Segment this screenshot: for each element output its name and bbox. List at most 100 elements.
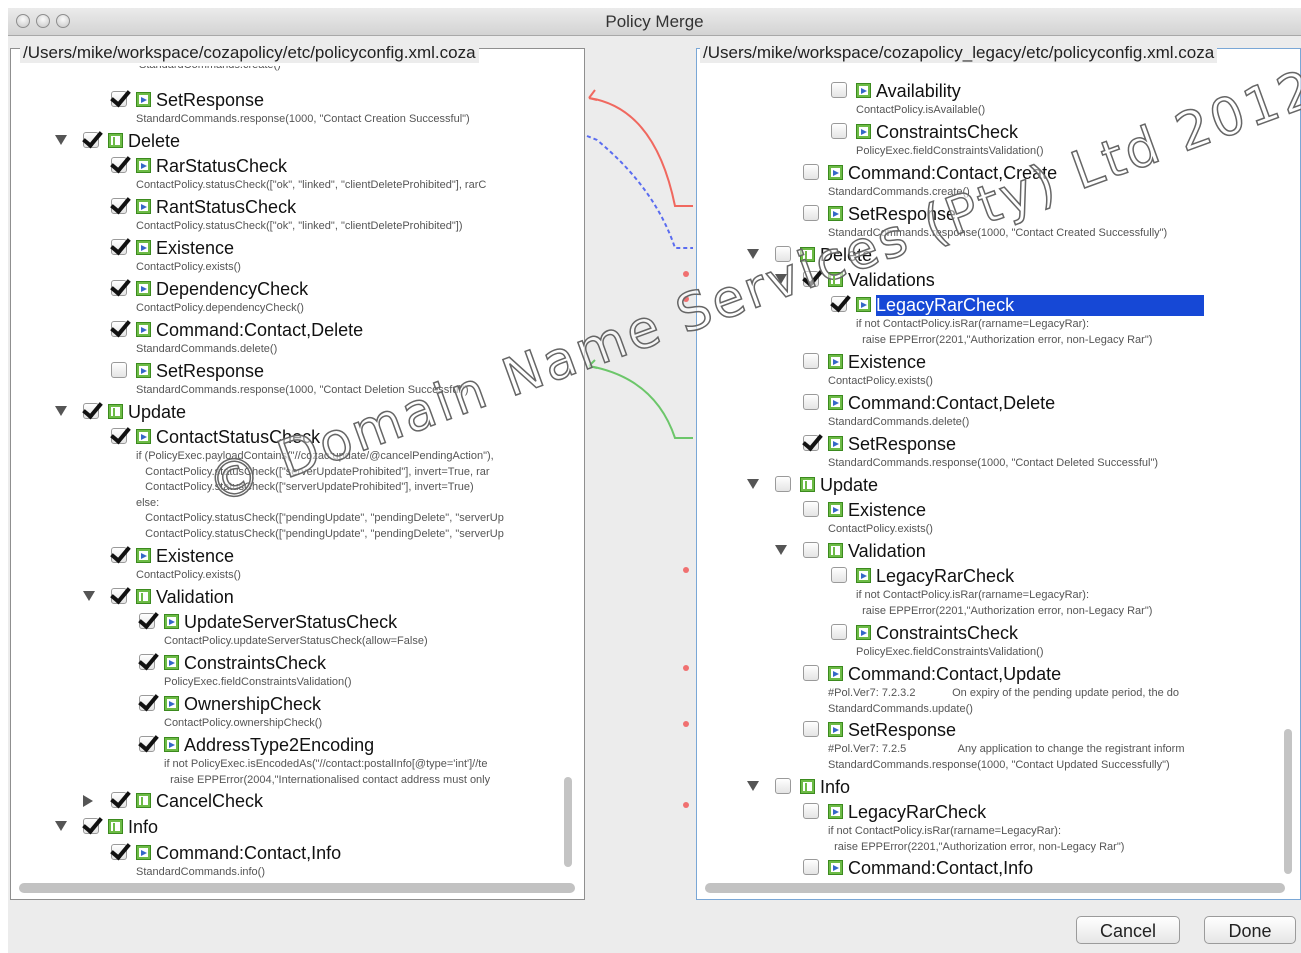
disclosure-triangle-expanded-icon[interactable] (747, 479, 759, 489)
node-label: LegacyRarCheck (848, 802, 987, 822)
tree-node[interactable]: SetResponse (11, 90, 584, 111)
tree-node[interactable]: Validation (11, 587, 584, 608)
tree-node[interactable]: ConstraintsCheck (11, 653, 584, 674)
node-checkbox[interactable] (803, 205, 819, 221)
tree-node[interactable]: OwnershipCheck (11, 694, 584, 715)
node-checkbox[interactable] (139, 613, 155, 629)
node-checkbox[interactable] (111, 547, 127, 563)
tree-node[interactable]: LegacyRarCheck (697, 802, 1300, 823)
node-checkbox[interactable] (139, 736, 155, 752)
disclosure-triangle-expanded-icon[interactable] (747, 781, 759, 791)
tree-node[interactable]: SetResponse (11, 361, 584, 382)
tree-node[interactable]: AddressType2Encoding (11, 735, 584, 756)
tree-node[interactable]: Validation (697, 541, 1300, 562)
node-label: ConstraintsCheck (876, 122, 1019, 142)
right-policy-tree[interactable]: Availability ContactPolicy.isAvailable() C… (696, 48, 1301, 900)
tree-node[interactable]: Command:Contact,Info (11, 843, 584, 864)
tree-node[interactable]: ConstraintsCheck (697, 122, 1300, 143)
node-checkbox[interactable] (139, 654, 155, 670)
tree-node[interactable]: SetResponse (697, 204, 1300, 225)
tree-node[interactable]: Info (11, 817, 584, 838)
disclosure-triangle-expanded-icon[interactable] (55, 135, 67, 145)
node-checkbox[interactable] (803, 859, 819, 875)
node-checkbox[interactable] (803, 501, 819, 517)
tree-node[interactable]: LegacyRarCheck (697, 566, 1300, 587)
tree-node[interactable]: Delete (697, 245, 1300, 266)
tree-node[interactable]: LegacyRarCheck (697, 295, 1300, 316)
tree-node[interactable]: Existence (11, 546, 584, 567)
node-checkbox[interactable] (111, 157, 127, 173)
cancel-button[interactable]: Cancel (1076, 916, 1180, 944)
node-checkbox[interactable] (831, 123, 847, 139)
node-checkbox[interactable] (111, 321, 127, 337)
disclosure-triangle-expanded-icon[interactable] (747, 249, 759, 259)
tree-node[interactable]: UpdateServerStatusCheck (11, 612, 584, 633)
tree-node[interactable]: Command:Contact,Delete (697, 393, 1300, 414)
node-checkbox[interactable] (111, 792, 127, 808)
disclosure-triangle-expanded-icon[interactable] (55, 406, 67, 416)
node-checkbox[interactable] (775, 246, 791, 262)
node-checkbox[interactable] (831, 82, 847, 98)
disclosure-triangle-expanded-icon[interactable] (55, 821, 67, 831)
node-checkbox[interactable] (803, 164, 819, 180)
right-vertical-scrollbar[interactable] (1284, 729, 1292, 874)
tree-node[interactable]: Validations (697, 270, 1300, 291)
node-checkbox[interactable] (803, 435, 819, 451)
node-checkbox[interactable] (831, 624, 847, 640)
node-checkbox[interactable] (831, 296, 847, 312)
tree-node[interactable]: Existence (697, 352, 1300, 373)
right-horizontal-scrollbar[interactable] (705, 883, 1285, 893)
tree-node[interactable]: SetResponse (697, 434, 1300, 455)
node-checkbox[interactable] (111, 239, 127, 255)
tree-node[interactable]: Existence (697, 500, 1300, 521)
tree-node[interactable]: SetResponse (697, 720, 1300, 741)
node-checkbox[interactable] (83, 132, 99, 148)
disclosure-triangle-collapsed-icon[interactable] (83, 795, 93, 807)
node-checkbox[interactable] (803, 803, 819, 819)
node-checkbox[interactable] (803, 721, 819, 737)
left-vertical-scrollbar[interactable] (564, 777, 572, 867)
node-checkbox[interactable] (803, 542, 819, 558)
node-checkbox[interactable] (83, 403, 99, 419)
tree-node[interactable]: Update (11, 402, 584, 423)
node-checkbox[interactable] (803, 271, 819, 287)
disclosure-triangle-expanded-icon[interactable] (83, 591, 95, 601)
node-checkbox[interactable] (83, 818, 99, 834)
tree-node[interactable]: ContactStatusCheck (11, 427, 584, 448)
rule-group-icon (108, 819, 123, 834)
node-label: SetResponse (848, 720, 957, 740)
node-checkbox[interactable] (111, 428, 127, 444)
tree-node[interactable]: Info (697, 777, 1300, 798)
tree-node[interactable]: Availability (697, 81, 1300, 102)
tree-node[interactable]: DependencyCheck (11, 279, 584, 300)
node-checkbox[interactable] (111, 588, 127, 604)
node-checkbox[interactable] (111, 198, 127, 214)
tree-node[interactable]: Command:Contact,Create (697, 163, 1300, 184)
tree-node[interactable]: ConstraintsCheck (697, 623, 1300, 644)
node-checkbox[interactable] (831, 567, 847, 583)
tree-node[interactable]: Update (697, 475, 1300, 496)
tree-node[interactable]: RantStatusCheck (11, 197, 584, 218)
disclosure-triangle-expanded-icon[interactable] (775, 545, 787, 555)
tree-node[interactable]: Command:Contact,Info (697, 858, 1300, 879)
node-checkbox[interactable] (803, 353, 819, 369)
node-checkbox[interactable] (775, 778, 791, 794)
tree-node[interactable]: Delete (11, 131, 584, 152)
tree-node[interactable]: RarStatusCheck (11, 156, 584, 177)
node-checkbox[interactable] (803, 665, 819, 681)
disclosure-triangle-expanded-icon[interactable] (775, 274, 787, 284)
left-policy-tree[interactable]: StandardCommands.create() SetResponse Stan… (10, 48, 585, 900)
node-checkbox[interactable] (111, 362, 127, 378)
tree-node[interactable]: CancelCheck (11, 791, 584, 812)
tree-node[interactable]: Existence (11, 238, 584, 259)
node-checkbox[interactable] (775, 476, 791, 492)
node-checkbox[interactable] (139, 695, 155, 711)
node-checkbox[interactable] (111, 91, 127, 107)
tree-node[interactable]: Command:Contact,Update (697, 664, 1300, 685)
left-horizontal-scrollbar[interactable] (19, 883, 575, 893)
node-checkbox[interactable] (803, 394, 819, 410)
tree-node[interactable]: Command:Contact,Delete (11, 320, 584, 341)
node-checkbox[interactable] (111, 280, 127, 296)
done-button[interactable]: Done (1204, 916, 1296, 944)
node-checkbox[interactable] (111, 844, 127, 860)
